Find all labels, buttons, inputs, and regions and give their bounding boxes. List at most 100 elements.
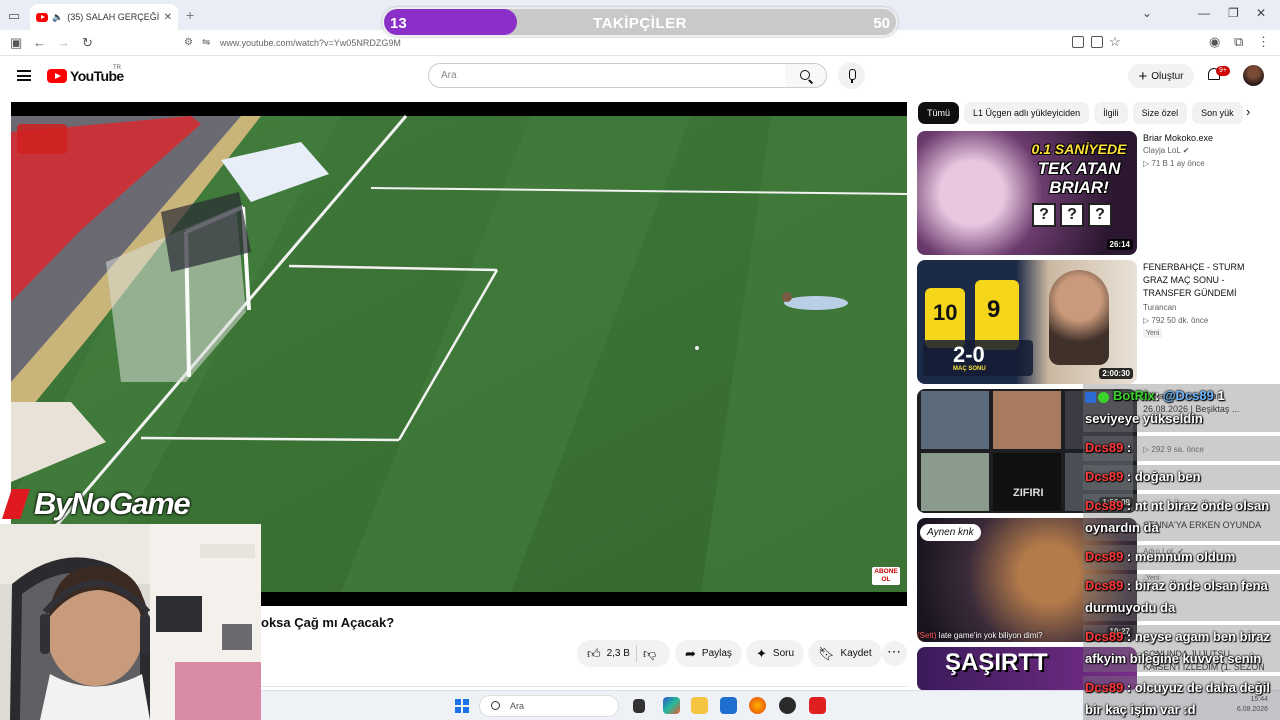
tab-actions-icon[interactable]: ▭	[8, 8, 20, 24]
sidebar-icon[interactable]: ▣	[10, 35, 22, 51]
browser-menu-icon[interactable]: ⋮	[1257, 34, 1270, 50]
chip-all[interactable]: Tümü	[918, 102, 960, 124]
chip-related[interactable]: İlgili	[1094, 102, 1128, 124]
recommendation-item[interactable]: 0.1 SANİYEDE TEK ATAN BRIAR! ? ? ? 26:14…	[917, 131, 1267, 255]
chat-message: Dcs89 :	[1083, 435, 1280, 461]
chat-message: Dcs89 : olcuyuz de daha değil bir kaç iş…	[1083, 675, 1280, 720]
new-tab-icon[interactable]: +	[186, 7, 194, 23]
file-explorer-icon[interactable]	[691, 697, 708, 714]
thumbnail-cell	[921, 453, 989, 511]
chat-username: BotRix	[1113, 388, 1155, 403]
youtube-favicon-icon	[36, 12, 48, 22]
question-mark-icon: ?	[1032, 203, 1056, 227]
question-mark-icon: ?	[1088, 203, 1112, 227]
followers-label: TAKİPÇİLER	[593, 15, 687, 32]
mac-sonu-text: MAÇ SONU	[953, 366, 986, 372]
chip-for-you[interactable]: Size özel	[1132, 102, 1188, 124]
refresh-icon[interactable]: ↻	[82, 35, 93, 51]
store-icon[interactable]	[720, 697, 737, 714]
close-icon[interactable]: ✕	[1256, 6, 1266, 20]
create-button[interactable]: + Oluştur	[1128, 64, 1194, 88]
thumbnail-cell	[993, 391, 1061, 449]
jersey-number: 9	[987, 296, 1001, 323]
question-mark-icon: ?	[1060, 203, 1084, 227]
bynogame-text: ByNoGame	[34, 486, 191, 521]
recommendation-meta: ▷ 71 B 1 ay önce	[1143, 159, 1205, 168]
chip-uploader[interactable]: L1 Üçgen adlı yükleyiciden	[964, 102, 1090, 124]
speech-bubble: Aynen knk	[920, 524, 981, 541]
voice-search-mic-icon[interactable]	[838, 62, 865, 89]
like-thumb-icon[interactable]: 👍︎	[587, 646, 601, 662]
account-avatar[interactable]	[1243, 65, 1264, 86]
ask-button[interactable]: ✦ Soru	[746, 640, 805, 667]
webcam-feed	[0, 524, 261, 720]
back-icon[interactable]: ←	[33, 35, 46, 50]
widgets-icon[interactable]	[663, 697, 680, 714]
recommendation-channel[interactable]: Clayja LoL ✔	[1143, 146, 1189, 155]
url-text: www.youtube.com/watch?v=Yw05NRDZG9M	[220, 38, 401, 48]
firefox-icon[interactable]	[749, 697, 766, 714]
chat-username: Dcs89	[1085, 439, 1124, 455]
task-view-icon[interactable]	[633, 699, 645, 713]
youtube-header: YouTube TR Ara + Oluştur 9+	[0, 57, 1280, 97]
restore-icon[interactable]: ❐	[1228, 6, 1239, 20]
screen: ▭ 🔈 (35) SALAH GERÇEĞİ 34 Ya ✕ + ⌄ — ❐ ✕…	[0, 0, 1280, 720]
like-divider	[635, 645, 637, 662]
abone-ol-badge[interactable]: ABONE OL	[872, 567, 900, 585]
chat-text: : memnum oldum	[1123, 548, 1236, 564]
chat-message: Dcs89 : neyse agam ben biraz afkyim bile…	[1083, 624, 1280, 672]
like-dislike-group: 👍︎ 2,3 B 👎︎	[577, 640, 670, 667]
screencast-icon[interactable]	[1072, 36, 1084, 48]
favorite-star-icon[interactable]: ☆	[1109, 34, 1121, 50]
recommendation-item[interactable]: 10 9 2-0 MAÇ SONU 2:00:30 FENERBAHÇE - S…	[917, 260, 1267, 384]
recommendation-thumbnail[interactable]: 0.1 SANİYEDE TEK ATAN BRIAR! ? ? ? 26:14	[917, 131, 1137, 255]
minimize-icon[interactable]: —	[1198, 6, 1210, 20]
bynogame-logo: ByNoGame	[2, 486, 191, 522]
webcam-image	[0, 524, 261, 720]
reader-icon[interactable]	[1091, 36, 1103, 48]
chat-username: Dcs89	[1085, 468, 1124, 484]
tracking-icon[interactable]: ⇋	[202, 37, 210, 48]
chat-message: BotRix: @Dcs89 1 seviyeye yükseldin	[1083, 384, 1280, 432]
filter-chips: Tümü L1 Üçgen adlı yükleyiciden İlgili Size…	[918, 102, 1262, 124]
score-panel: 2-0 MAÇ SONU	[923, 340, 1033, 376]
search-placeholder: Ara	[441, 70, 457, 81]
more-actions-icon[interactable]: ⋯	[882, 641, 907, 666]
search-input[interactable]: Ara	[428, 63, 786, 88]
new-badge: Yeni	[1143, 329, 1163, 338]
recommendation-meta: ▷ 792 50 dk. önce	[1143, 316, 1209, 325]
forward-icon[interactable]: →	[57, 35, 70, 50]
recommendation-channel[interactable]: Turancan	[1143, 303, 1177, 312]
recommendation-title[interactable]: Briar Mokoko.exe	[1143, 132, 1267, 145]
search-button[interactable]	[785, 63, 827, 88]
save-button[interactable]: 🔖︎ Kaydet	[808, 640, 882, 667]
chevron-right-icon[interactable]: ›	[1246, 104, 1250, 119]
recording-app-icon[interactable]	[809, 697, 826, 714]
recommendation-thumbnail[interactable]: 10 9 2-0 MAÇ SONU 2:00:30	[917, 260, 1137, 384]
guide-menu-icon[interactable]	[17, 70, 31, 81]
speaker-icon[interactable]: 🔈	[52, 12, 63, 23]
ask-label: Soru	[772, 648, 795, 659]
like-count[interactable]: 2,3 B	[607, 648, 630, 659]
taskbar-search-input[interactable]: Ara	[479, 695, 619, 717]
tab-close-icon[interactable]: ✕	[164, 12, 172, 23]
dislike-thumb-icon[interactable]: 👎︎	[643, 646, 656, 662]
extensions-puzzle-icon[interactable]: ⧉	[1234, 34, 1243, 50]
windows-start-icon[interactable]	[455, 699, 469, 713]
youtube-play-logo-icon	[47, 69, 67, 83]
chat-text: :	[1154, 388, 1163, 403]
obs-icon[interactable]	[779, 697, 796, 714]
recommendation-title[interactable]: FENERBAHÇE - STURM GRAZ MAÇ SONU - TRANS…	[1143, 261, 1267, 300]
tab-search-chevron-icon[interactable]: ⌄	[1142, 6, 1152, 20]
chip-recent[interactable]: Son yük	[1192, 102, 1243, 124]
chat-message: Dcs89 : nt nt biraz önde olsan oynardın …	[1083, 493, 1280, 541]
score-text: 2-0	[953, 342, 985, 367]
extension-icon[interactable]: ◉	[1209, 34, 1220, 50]
chat-message: Dcs89 : doğan ben	[1083, 464, 1280, 490]
stream-chat-overlay: BotRix: @Dcs89 1 seviyeye yükseldin Dcs89…	[1083, 384, 1280, 720]
youtube-logo[interactable]: YouTube TR	[47, 65, 124, 84]
share-button[interactable]: ➦ Paylaş	[675, 640, 742, 667]
site-info-icon[interactable]: ⚙	[184, 37, 193, 48]
bynogame-mark-icon	[2, 489, 30, 519]
browser-tab[interactable]: 🔈 (35) SALAH GERÇEĞİ 34 Ya ✕	[30, 4, 178, 30]
